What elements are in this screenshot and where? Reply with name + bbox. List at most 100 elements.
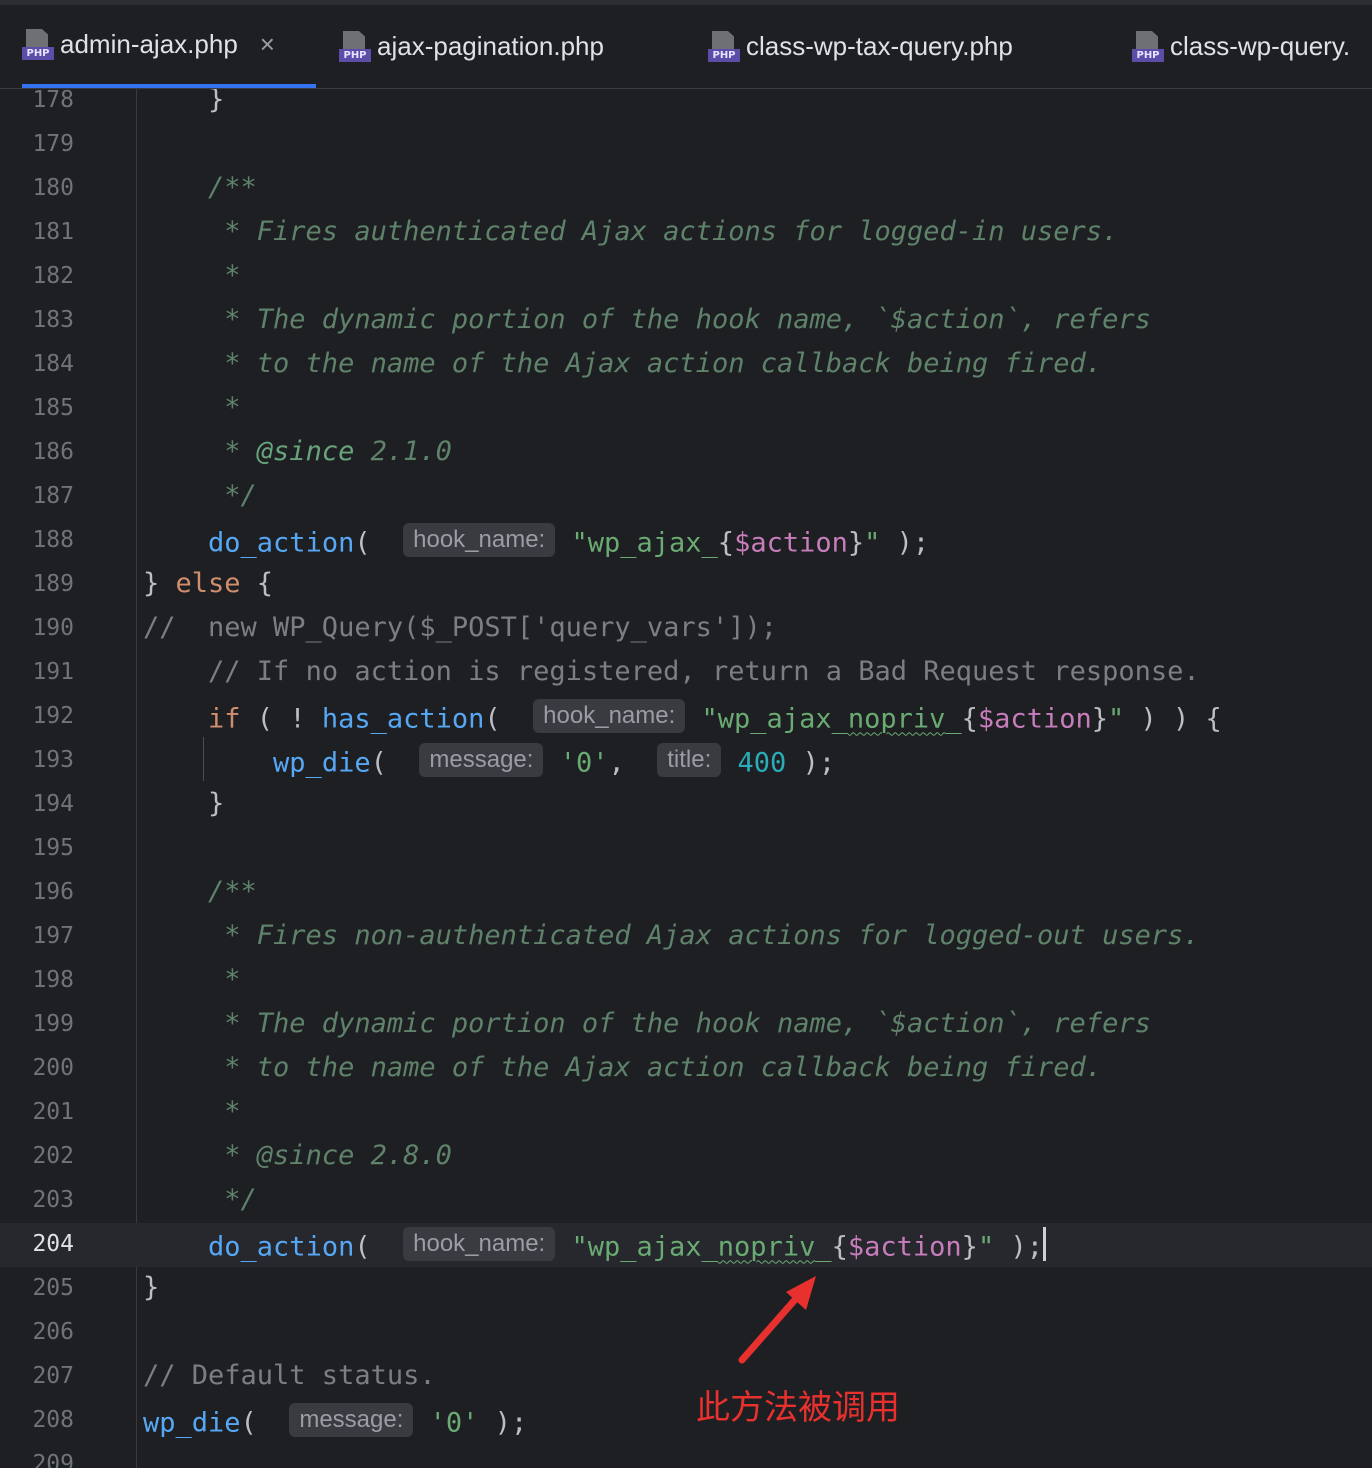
doc-comment: * The dynamic portion of the hook name, … (143, 1008, 1151, 1039)
tab-label: admin-ajax.php (60, 29, 238, 59)
annotation-label: 此方法被调用 (696, 1388, 900, 1428)
code-text: } (143, 1272, 160, 1303)
tab-class-wp-tax-query[interactable]: PHP class-wp-tax-query.php (708, 5, 1013, 88)
code-line: 209 (0, 1451, 1372, 1468)
php-file-icon: PHP (339, 30, 371, 63)
line-number: 199 (32, 1011, 74, 1037)
line-number: 193 (32, 747, 74, 773)
code-text: wp_die( message: '0', title: 400 ); (143, 743, 835, 781)
function-call: wp_die (143, 1407, 241, 1439)
tab-admin-ajax[interactable]: PHP admin-ajax.php × (22, 5, 316, 88)
parameter-hint: hook_name: (403, 1227, 556, 1261)
doc-comment: /** (143, 172, 257, 203)
code-text: do_action( hook_name: "wp_ajax_{$action}… (143, 523, 929, 561)
php-variable: $action (847, 1231, 962, 1263)
line-number: 206 (32, 1319, 74, 1345)
code-line: 179 (0, 131, 1372, 175)
line-number: 196 (32, 879, 74, 905)
line-number: 183 (32, 307, 74, 333)
code-line: 183 * The dynamic portion of the hook na… (0, 306, 1372, 351)
tab-ajax-pagination[interactable]: PHP ajax-pagination.php (339, 5, 604, 88)
editor-tab-bar: PHP admin-ajax.php × PHP ajax-pagination… (0, 5, 1372, 89)
line-number: 185 (32, 395, 74, 421)
line-number: 186 (32, 439, 74, 465)
close-icon[interactable]: × (260, 29, 275, 60)
line-number: 182 (32, 263, 74, 289)
function-call: has_action (321, 703, 485, 735)
doc-comment: * @since 2.8.0 (143, 1140, 452, 1171)
doc-comment: * (143, 392, 241, 423)
function-call: do_action (208, 1231, 355, 1263)
code-line: 182 * (0, 262, 1372, 307)
code-text: if ( ! has_action( hook_name: "wp_ajax_n… (143, 699, 1222, 737)
doc-comment: * @since 2.1.0 (143, 436, 452, 467)
keyword: if (208, 703, 241, 735)
code-text: wp_die( message: '0' ); (143, 1403, 527, 1441)
code-line: 205} (0, 1272, 1372, 1319)
function-call: wp_die (273, 747, 371, 779)
code-line: 191 // If no action is registered, retur… (0, 658, 1372, 703)
doc-comment: * (143, 964, 241, 995)
text-caret (1042, 1227, 1046, 1261)
code-line: 181 * Fires authenticated Ajax actions f… (0, 216, 1372, 263)
code-line: 193 wp_die( message: '0', title: 400 ); (0, 743, 1372, 791)
php-variable: $action (977, 703, 1092, 735)
doc-comment: * to the name of the Ajax action callbac… (143, 1052, 1103, 1083)
line-number: 201 (32, 1099, 74, 1125)
code-line: 202 * @since 2.8.0 (0, 1140, 1372, 1187)
doc-comment: * Fires non-authenticated Ajax actions f… (143, 920, 1200, 951)
parameter-hint: hook_name: (533, 699, 686, 733)
line-number: 191 (32, 659, 74, 685)
code-line: 207 // Default status. (0, 1360, 1372, 1407)
doc-comment: /** (143, 876, 257, 907)
code-line: 201 * (0, 1098, 1372, 1143)
line-number: 194 (32, 791, 74, 817)
line-number: 188 (32, 527, 74, 553)
line-number: 200 (32, 1055, 74, 1081)
code-line: 194 } (0, 788, 1372, 835)
line-number: 198 (32, 967, 74, 993)
line-number: 207 (32, 1363, 74, 1389)
line-number: 190 (32, 615, 74, 641)
code-text: } (143, 89, 225, 115)
line-number: 203 (32, 1187, 74, 1213)
php-file-icon: PHP (1132, 30, 1164, 63)
line-comment: // Default status. (143, 1360, 436, 1391)
code-line: 185 * (0, 392, 1372, 439)
function-call: do_action (208, 527, 355, 559)
php-file-icon: PHP (708, 30, 740, 63)
code-line: 184 * to the name of the Ajax action cal… (0, 348, 1372, 395)
line-number: 209 (32, 1451, 74, 1468)
tab-class-wp-query[interactable]: PHP class-wp-query. (1132, 5, 1350, 88)
line-number: 181 (32, 219, 74, 245)
code-text: } (143, 788, 225, 819)
line-number: 179 (32, 131, 74, 157)
code-line: 197 * Fires non-authenticated Ajax actio… (0, 920, 1372, 967)
code-line: 206 (0, 1319, 1372, 1363)
red-arrow-icon (738, 1276, 816, 1364)
doc-comment: * Fires authenticated Ajax actions for l… (143, 216, 1119, 247)
typo-warning: nopriv (847, 703, 946, 735)
doc-tag: @since (256, 436, 355, 467)
code-line: 178 } (0, 89, 1372, 131)
line-number: 192 (32, 703, 74, 729)
code-line: 196 /** (0, 876, 1372, 923)
code-line: 180 /** (0, 172, 1372, 219)
line-number: 195 (32, 835, 74, 861)
line-number: 178 (32, 89, 74, 113)
number-literal: 400 (737, 747, 787, 779)
doc-tag: @since (256, 1140, 355, 1171)
tab-label: class-wp-tax-query.php (746, 31, 1013, 61)
code-line: 200 * to the name of the Ajax action cal… (0, 1052, 1372, 1099)
parameter-hint: title: (657, 743, 722, 777)
line-number: 184 (32, 351, 74, 377)
parameter-hint: hook_name: (403, 523, 556, 557)
code-line: 199 * The dynamic portion of the hook na… (0, 1008, 1372, 1055)
code-text: } else { (143, 568, 274, 599)
line-number: 202 (32, 1143, 74, 1169)
code-editor[interactable]: 178 } 179 180 /** 181 * Fires authentica… (0, 89, 1372, 1468)
keyword: else (175, 568, 241, 599)
doc-comment: * to the name of the Ajax action callbac… (143, 348, 1103, 379)
parameter-hint: message: (289, 1403, 414, 1437)
doc-comment: */ (143, 480, 257, 511)
